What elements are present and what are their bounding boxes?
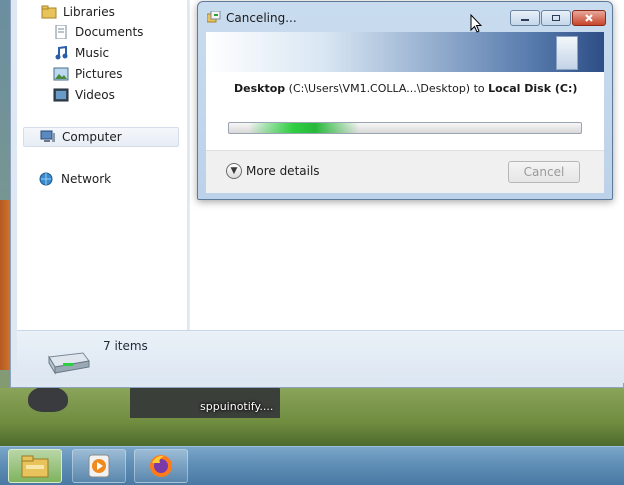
media-player-icon <box>88 454 110 478</box>
nav-label-network: Network <box>61 172 112 186</box>
dialog-body: Desktop (C:\Users\VM1.COLLA...\Desktop) … <box>206 72 604 150</box>
drive-icon <box>45 349 91 375</box>
taskbar <box>0 446 624 485</box>
nav-label-music: Music <box>75 46 110 60</box>
taskbar-explorer-button[interactable] <box>8 449 62 483</box>
nav-label-computer: Computer <box>62 130 122 144</box>
pictures-icon <box>53 67 69 81</box>
nav-item-network[interactable]: Network <box>39 169 111 189</box>
minimize-icon <box>521 19 529 21</box>
copy-icon <box>206 10 221 23</box>
nav-item-documents[interactable]: Documents <box>53 22 143 42</box>
more-details-label: More details <box>246 164 320 178</box>
source-path: (C:\Users\VM1.COLLA...\Desktop) <box>288 82 471 95</box>
mouse-cursor-icon <box>470 14 482 33</box>
nav-item-videos[interactable]: Videos <box>53 85 115 105</box>
navigation-pane: Libraries Documents Music Pictures Video… <box>17 0 187 330</box>
items-count: 7 items <box>103 339 148 353</box>
source-name: Desktop <box>234 82 286 95</box>
restore-icon <box>552 15 560 21</box>
explorer-icon <box>21 455 49 478</box>
wallpaper-bird <box>28 386 68 412</box>
dialog-footer: ▼ More details Cancel <box>206 150 604 193</box>
computer-icon <box>40 130 56 144</box>
nav-label-videos: Videos <box>75 88 115 102</box>
close-icon <box>585 14 593 22</box>
banner-document-graphic <box>556 36 578 70</box>
minimize-button[interactable] <box>510 10 540 26</box>
close-button[interactable] <box>572 10 606 26</box>
more-details-toggle[interactable]: ▼ More details <box>226 163 320 179</box>
nav-label-libraries: Libraries <box>63 5 115 19</box>
copy-progress-dialog: Canceling... Desktop (C:\Users\VM1.COLLA… <box>197 1 613 200</box>
wallpaper-ground <box>0 388 624 446</box>
cancel-button[interactable]: Cancel <box>508 161 580 183</box>
libraries-icon <box>41 5 57 19</box>
destination-name: Local Disk (C:) <box>488 82 578 95</box>
progress-marquee <box>249 123 359 133</box>
dialog-banner <box>206 32 604 72</box>
to-word: to <box>473 82 485 95</box>
nav-item-computer[interactable]: Computer <box>23 127 179 147</box>
maximize-button[interactable] <box>541 10 571 26</box>
taskbar-firefox-button[interactable] <box>134 449 188 483</box>
desktop-icon-label[interactable]: sppuinotify.... <box>200 400 273 413</box>
nav-item-music[interactable]: Music <box>53 43 109 63</box>
network-icon <box>39 172 55 186</box>
music-icon <box>53 45 69 60</box>
progress-bar <box>228 122 582 134</box>
chevron-down-icon: ▼ <box>226 163 242 179</box>
taskbar-media-player-button[interactable] <box>72 449 126 483</box>
status-bar: 7 items <box>17 330 624 383</box>
nav-label-pictures: Pictures <box>75 67 123 81</box>
firefox-icon <box>150 455 172 477</box>
videos-icon <box>53 88 69 102</box>
nav-item-libraries[interactable]: Libraries <box>41 2 115 22</box>
nav-item-pictures[interactable]: Pictures <box>53 64 123 84</box>
documents-icon <box>53 24 69 40</box>
dialog-title: Canceling... <box>226 11 297 25</box>
nav-label-documents: Documents <box>75 25 144 39</box>
copy-path-line: Desktop (C:\Users\VM1.COLLA...\Desktop) … <box>234 82 577 95</box>
window-controls <box>510 10 606 26</box>
